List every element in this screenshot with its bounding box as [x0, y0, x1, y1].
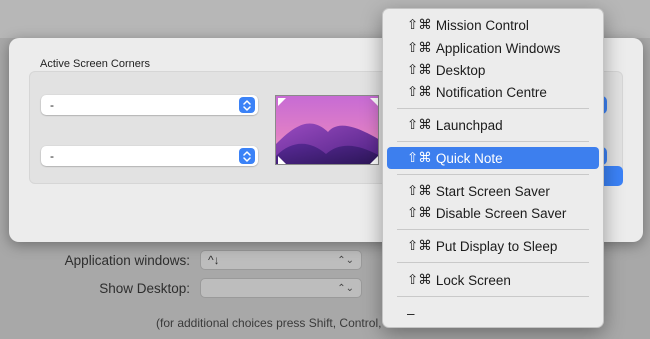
show-desktop-row: Show Desktop: ⌃⌄: [0, 278, 362, 298]
desktop-preview-image: [275, 95, 379, 165]
shift-command-icon: ⇧⌘: [407, 183, 432, 198]
menu-item-notification-centre[interactable]: ⇧⌘ Notification Centre: [387, 81, 599, 103]
menu-separator: [397, 262, 589, 263]
hot-corner-menu: ⇧⌘ Mission Control ⇧⌘ Application Window…: [382, 8, 604, 328]
application-windows-label: Application windows:: [64, 252, 190, 268]
top-left-corner-select[interactable]: -: [41, 95, 258, 115]
menu-separator: [397, 108, 589, 109]
menu-item-lock-screen[interactable]: ⇧⌘ Lock Screen: [387, 269, 599, 291]
shift-command-icon: ⇧⌘: [407, 117, 432, 132]
chevron-updown-icon: [239, 97, 255, 113]
menu-item-label: Disable Screen Saver: [435, 205, 567, 221]
shift-command-icon: ⇧⌘: [407, 84, 432, 99]
menu-separator: [397, 229, 589, 230]
menu-item-label: Put Display to Sleep: [435, 238, 558, 254]
show-desktop-select[interactable]: ⌃⌄: [200, 278, 362, 298]
shift-command-icon: ⇧⌘: [407, 40, 432, 55]
menu-item-start-screen-saver[interactable]: ⇧⌘ Start Screen Saver: [387, 180, 599, 202]
menu-separator: [397, 296, 589, 297]
menu-item-label: Notification Centre: [435, 84, 547, 100]
show-desktop-label: Show Desktop:: [99, 280, 190, 296]
menu-item-none[interactable]: –: [387, 302, 599, 324]
menu-item-label: Application Windows: [435, 40, 561, 56]
chevron-updown-icon: ⌃⌄: [337, 254, 354, 266]
menu-item-label: Desktop: [435, 62, 486, 78]
menu-item-label: Start Screen Saver: [435, 183, 550, 199]
top-left-corner-value: -: [50, 98, 54, 112]
menu-item-launchpad[interactable]: ⇧⌘ Launchpad: [387, 114, 599, 136]
bottom-left-corner-select[interactable]: -: [41, 146, 258, 166]
menu-item-application-windows[interactable]: ⇧⌘ Application Windows: [387, 37, 599, 59]
menu-item-label: Mission Control: [435, 17, 529, 33]
menu-item-desktop[interactable]: ⇧⌘ Desktop: [387, 59, 599, 81]
shift-command-icon: ⇧⌘: [407, 62, 432, 77]
chevron-updown-icon: ⌃⌄: [337, 282, 354, 294]
menu-item-quick-note[interactable]: ⇧⌘ Quick Note: [387, 147, 599, 169]
application-windows-value: ^↓: [208, 253, 220, 267]
menu-item-label: –: [407, 305, 415, 321]
sheet-title: Active Screen Corners: [40, 58, 151, 70]
shift-command-icon: ⇧⌘: [407, 205, 432, 220]
modifier-hint-text: (for additional choices press Shift, Con…: [156, 316, 382, 330]
shift-command-icon: ⇧⌘: [407, 150, 432, 165]
menu-item-put-display-to-sleep[interactable]: ⇧⌘ Put Display to Sleep: [387, 235, 599, 257]
application-windows-select[interactable]: ^↓ ⌃⌄: [200, 250, 362, 270]
menu-item-mission-control[interactable]: ⇧⌘ Mission Control: [387, 14, 599, 36]
menu-item-disable-screen-saver[interactable]: ⇧⌘ Disable Screen Saver: [387, 202, 599, 224]
shift-command-icon: ⇧⌘: [407, 238, 432, 253]
shift-command-icon: ⇧⌘: [407, 272, 432, 287]
menu-separator: [397, 141, 589, 142]
bottom-left-corner-value: -: [50, 149, 54, 163]
application-windows-row: Application windows: ^↓ ⌃⌄: [0, 250, 362, 270]
chevron-updown-icon: [239, 148, 255, 164]
menu-item-label: Lock Screen: [435, 272, 511, 288]
shift-command-icon: ⇧⌘: [407, 17, 432, 32]
menu-separator: [397, 174, 589, 175]
menu-item-label: Launchpad: [435, 117, 503, 133]
menu-item-label: Quick Note: [435, 150, 503, 166]
